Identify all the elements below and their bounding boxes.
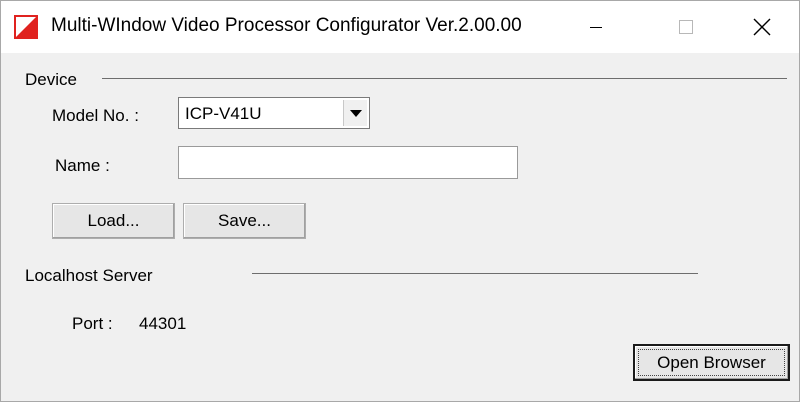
open-browser-button[interactable]: Open Browser bbox=[633, 344, 790, 381]
close-icon bbox=[753, 18, 771, 36]
server-group-title: Localhost Server bbox=[25, 266, 153, 285]
minimize-icon bbox=[590, 26, 602, 28]
maximize-icon bbox=[679, 20, 693, 34]
name-label: Name : bbox=[55, 156, 110, 175]
load-button[interactable]: Load... bbox=[52, 203, 175, 239]
server-group-divider bbox=[252, 273, 698, 274]
app-window: Multi-WIndow Video Processor Configurato… bbox=[0, 0, 800, 402]
name-input[interactable] bbox=[178, 146, 518, 179]
maximize-button[interactable] bbox=[657, 1, 715, 53]
dropdown-arrow-button[interactable] bbox=[343, 100, 367, 126]
port-value: 44301 bbox=[139, 314, 187, 333]
model-no-select[interactable]: ICP-V41U bbox=[178, 97, 370, 129]
title-bar[interactable]: Multi-WIndow Video Processor Configurato… bbox=[1, 1, 799, 53]
model-no-value: ICP-V41U bbox=[185, 104, 262, 123]
port-label: Port : bbox=[72, 314, 113, 333]
window-title: Multi-WIndow Video Processor Configurato… bbox=[51, 15, 522, 36]
model-no-label: Model No. : bbox=[52, 106, 139, 125]
save-button[interactable]: Save... bbox=[183, 203, 306, 239]
close-button[interactable] bbox=[733, 1, 791, 53]
minimize-button[interactable] bbox=[567, 1, 625, 53]
chevron-down-icon bbox=[349, 109, 362, 117]
device-group-divider bbox=[102, 78, 787, 79]
device-group-title: Device bbox=[25, 70, 77, 89]
app-logo-icon bbox=[14, 15, 38, 39]
